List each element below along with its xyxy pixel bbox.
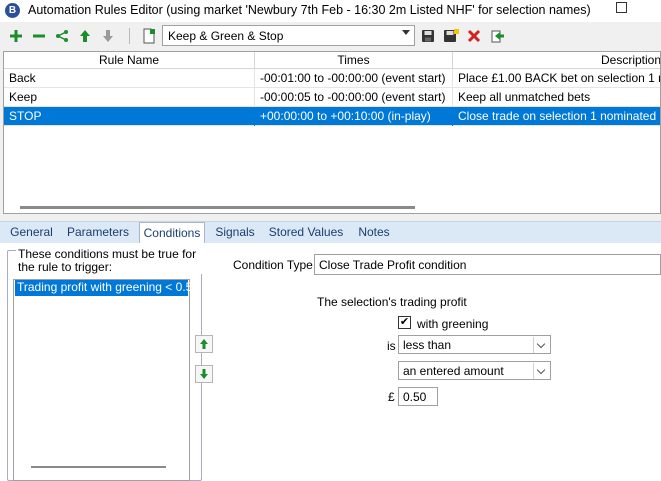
tab-general[interactable]: General <box>4 222 59 244</box>
column-header-description[interactable]: Description <box>453 52 660 69</box>
share-icon[interactable] <box>52 26 72 46</box>
export-icon[interactable] <box>487 26 507 46</box>
tab-conditions[interactable]: Conditions <box>139 222 205 244</box>
tab-strip: General Parameters Conditions Signals St… <box>0 221 661 244</box>
rule-times-cell: -00:01:00 to -00:00:00 (event start) <box>255 69 453 88</box>
rule-times-cell: +00:00:00 to +00:10:00 (in-play) <box>255 107 453 126</box>
column-header-rule-name[interactable]: Rule Name <box>4 52 255 69</box>
rule-times-cell: -00:00:05 to -00:00:00 (event start) <box>255 88 453 107</box>
operator-dropdown[interactable]: less than <box>398 335 551 354</box>
app-icon: B <box>5 3 20 18</box>
horizontal-scrollbar[interactable] <box>31 466 166 468</box>
tab-parameters[interactable]: Parameters <box>62 222 134 244</box>
rule-set-dropdown[interactable]: Keep & Green & Stop <box>162 25 415 46</box>
tab-notes[interactable]: Notes <box>353 222 395 244</box>
is-label: is <box>387 339 396 353</box>
window-title: Automation Rules Editor (using market 'N… <box>28 3 591 17</box>
chevron-down-icon[interactable] <box>533 363 549 379</box>
table-row[interactable]: Back -00:01:00 to -00:00:00 (event start… <box>4 69 660 88</box>
table-row-selected[interactable]: STOP +00:00:00 to +00:10:00 (in-play) Cl… <box>4 107 661 126</box>
rule-description-cell: Close trade on selection 1 nominated in … <box>458 109 661 123</box>
condition-type-field[interactable]: Close Trade Profit condition <box>314 254 661 275</box>
rule-name-cell: Back <box>4 69 255 88</box>
save-as-icon[interactable] <box>441 26 461 46</box>
horizontal-scrollbar[interactable] <box>20 206 415 209</box>
condition-description: The selection's trading profit <box>317 295 467 309</box>
conditions-list[interactable] <box>13 279 190 481</box>
move-condition-down-button[interactable] <box>195 365 213 383</box>
table-row[interactable]: Keep -00:00:05 to -00:00:00 (event start… <box>4 88 660 107</box>
arrow-up-icon <box>200 339 208 349</box>
chevron-down-icon[interactable] <box>402 30 410 35</box>
amount-input[interactable]: 0.50 <box>398 387 438 406</box>
new-file-icon[interactable] <box>139 26 159 46</box>
rules-table: Rule Name Times Description Back -00:01:… <box>3 51 661 214</box>
rule-name-cell: STOP <box>4 107 255 126</box>
rule-description-cell: Place £1.00 BACK bet on selection 1 nomi <box>458 71 660 85</box>
rule-name-cell: Keep <box>4 88 255 107</box>
chevron-down-icon[interactable] <box>533 337 549 353</box>
operator-value: less than <box>403 338 452 352</box>
delete-icon[interactable] <box>464 26 484 46</box>
restore-button[interactable] <box>608 0 636 22</box>
tab-stored-values[interactable]: Stored Values <box>266 222 346 244</box>
greening-label: with greening <box>417 317 489 331</box>
conditions-group-label: These conditions must be true for the ru… <box>16 248 202 274</box>
save-icon[interactable] <box>418 26 438 46</box>
arrow-down-icon <box>200 369 208 379</box>
remove-rule-icon[interactable] <box>29 26 49 46</box>
tab-signals[interactable]: Signals <box>209 222 261 244</box>
condition-type-label: Condition Type <box>233 258 313 272</box>
amount-source-value: an entered amount <box>403 364 504 378</box>
column-header-times[interactable]: Times <box>255 52 453 69</box>
move-up-icon[interactable] <box>75 26 95 46</box>
move-condition-up-button[interactable] <box>195 335 213 353</box>
currency-symbol: £ <box>388 390 395 404</box>
toolbar-separator <box>129 28 130 44</box>
amount-source-dropdown[interactable]: an entered amount <box>398 361 551 380</box>
list-item-selected[interactable]: Trading profit with greening < 0.50 <box>15 280 199 296</box>
add-rule-icon[interactable] <box>6 26 26 46</box>
greening-checkbox[interactable]: ✔ <box>398 316 411 329</box>
move-down-icon[interactable] <box>98 26 118 46</box>
rule-description-cell: Keep all unmatched bets <box>458 90 591 104</box>
